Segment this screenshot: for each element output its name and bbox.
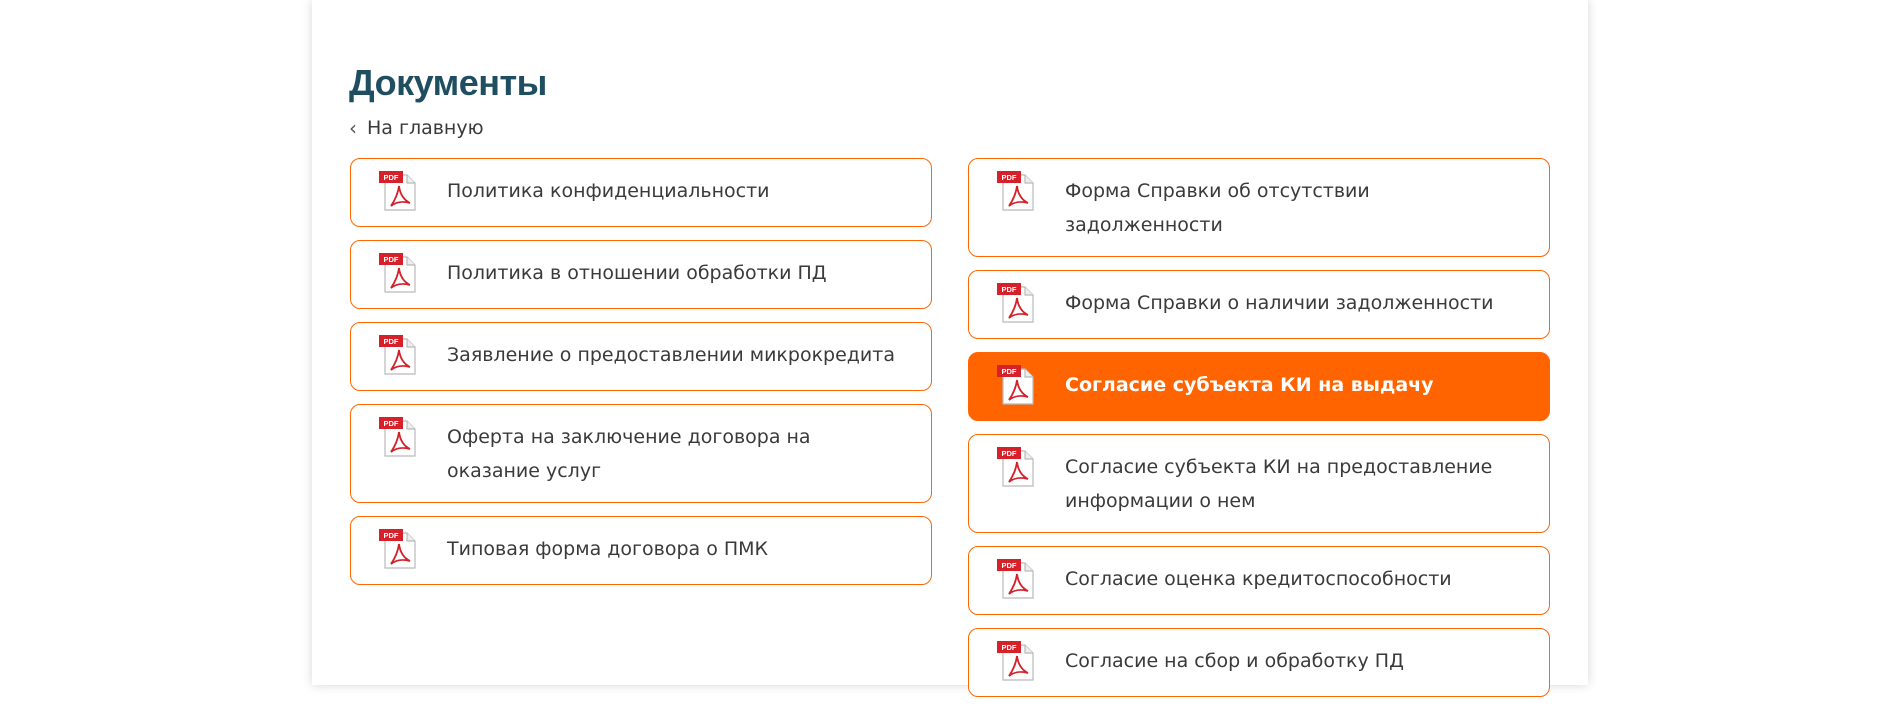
documents-page: Документы ‹ На главную PDF Политика конфи… [312,0,1588,697]
document-link[interactable]: PDF Оферта на заключение договора на оказ… [350,404,932,503]
pdf-file-icon: PDF [377,334,419,375]
document-link[interactable]: PDF Согласие на сбор и обработку ПД [968,628,1550,697]
chevron-left-icon: ‹ [349,116,357,140]
document-label: Типовая форма договора о ПМК [447,538,769,560]
svg-text:PDF: PDF [384,255,399,264]
svg-text:PDF: PDF [1002,367,1017,376]
pdf-file-icon: PDF [995,282,1037,323]
pdf-file-icon: PDF [995,170,1037,211]
svg-text:PDF: PDF [384,173,399,182]
pdf-file-icon: PDF [995,640,1037,681]
document-label: Политика в отношении обработки ПД [447,262,827,284]
svg-text:PDF: PDF [1002,449,1017,458]
document-label: Согласие субъекта КИ на выдачу [1065,374,1434,396]
document-link[interactable]: PDF Согласие субъекта КИ на выдачу [968,352,1550,421]
page-title: Документы [349,62,547,103]
document-link[interactable]: PDF Политика в отношении обработки ПД [350,240,932,309]
document-label: Согласие субъекта КИ на предоставление и… [1065,456,1493,512]
document-label: Политика конфиденциальности [447,180,770,202]
document-link[interactable]: PDF Заявление о предоставлении микрокреди… [350,322,932,391]
document-label: Форма Справки об отсутствии задолженност… [1065,180,1370,236]
svg-text:PDF: PDF [1002,561,1017,570]
document-link[interactable]: PDF Типовая форма договора о ПМК [350,516,932,585]
svg-text:PDF: PDF [1002,173,1017,182]
back-to-home-link[interactable]: ‹ На главную [349,117,484,139]
document-label: Заявление о предоставлении микрокредита [447,344,895,366]
document-link[interactable]: PDF Согласие субъекта КИ на предоставлени… [968,434,1550,533]
document-label: Согласие на сбор и обработку ПД [1065,650,1404,672]
document-link[interactable]: PDF Форма Справки о наличии задолженности [968,270,1550,339]
documents-list-left: PDF Политика конфиденциальности PDF Политик… [350,158,932,598]
document-link[interactable]: PDF Форма Справки об отсутствии задолженн… [968,158,1550,257]
svg-text:PDF: PDF [384,531,399,540]
svg-text:PDF: PDF [1002,285,1017,294]
pdf-file-icon: PDF [995,364,1037,405]
document-label: Согласие оценка кредитоспособности [1065,568,1452,590]
pdf-file-icon: PDF [995,446,1037,487]
pdf-file-icon: PDF [377,170,419,211]
back-link-label: На главную [367,117,484,139]
svg-text:PDF: PDF [384,419,399,428]
svg-text:PDF: PDF [384,337,399,346]
document-link[interactable]: PDF Согласие оценка кредитоспособности [968,546,1550,615]
document-label: Форма Справки о наличии задолженности [1065,292,1494,314]
documents-list-right: PDF Форма Справки об отсутствии задолженн… [968,158,1550,710]
pdf-file-icon: PDF [377,416,419,457]
document-label: Оферта на заключение договора на оказани… [447,426,811,482]
pdf-file-icon: PDF [995,558,1037,599]
document-link[interactable]: PDF Политика конфиденциальности [350,158,932,227]
pdf-file-icon: PDF [377,528,419,569]
svg-text:PDF: PDF [1002,643,1017,652]
pdf-file-icon: PDF [377,252,419,293]
